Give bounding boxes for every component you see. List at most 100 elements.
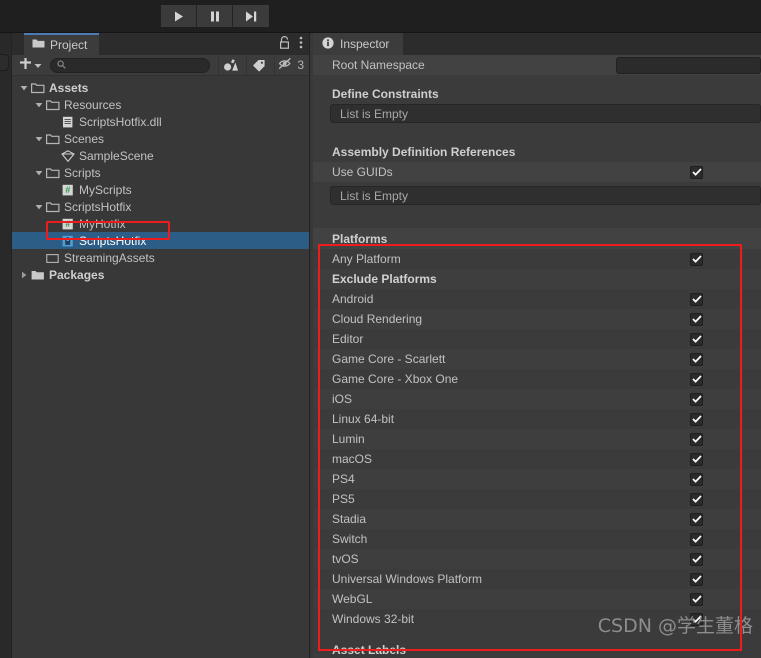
platform-checkbox[interactable] [690, 592, 703, 606]
platform-checkbox[interactable] [690, 532, 703, 546]
platform-checkbox[interactable] [690, 332, 703, 346]
root-namespace-label: Root Namespace [332, 58, 425, 72]
platform-label: Linux 64-bit [332, 412, 395, 426]
tree-row[interactable]: StreamingAssets [12, 249, 309, 266]
platform-checkbox[interactable] [690, 352, 703, 366]
tree-row-label: ScriptsHotfix.dll [79, 114, 162, 129]
platform-label: PS4 [332, 472, 355, 486]
folder-open-icon [45, 167, 61, 179]
tree-row-label: Scenes [64, 131, 105, 146]
hidden-packages-toggle[interactable]: 3 [274, 55, 304, 75]
any-platform-row: Any Platform [313, 249, 761, 269]
platform-checkbox[interactable] [690, 572, 703, 586]
platform-label: Android [332, 292, 374, 306]
platforms-section: Platforms Any Platform Exclude Platforms… [313, 228, 761, 629]
hidden-packages-count: 3 [297, 58, 304, 72]
watermark: CSDN @学生董格 [597, 615, 753, 637]
scene-icon [60, 149, 76, 162]
platform-row: Universal Windows Platform [313, 569, 761, 589]
platform-label: Editor [332, 332, 364, 346]
platform-checkbox[interactable] [690, 392, 703, 406]
use-guids-checkbox[interactable] [690, 165, 703, 179]
platform-checkbox[interactable] [690, 372, 703, 386]
twisty-down-icon[interactable] [32, 101, 45, 109]
info-icon [322, 36, 334, 52]
collapsed-panel-tab[interactable] [0, 54, 9, 71]
project-toolbar: 3 [12, 55, 309, 76]
platform-checkbox[interactable] [690, 412, 703, 426]
tree-row[interactable]: Packages [12, 266, 309, 283]
twisty-down-icon[interactable] [17, 84, 30, 92]
platform-checkbox[interactable] [690, 552, 703, 566]
platform-checkbox[interactable] [690, 312, 703, 326]
platform-label: PS5 [332, 492, 355, 506]
platform-checkbox[interactable] [690, 472, 703, 486]
search-input[interactable] [50, 57, 211, 73]
platform-checkbox[interactable] [690, 452, 703, 466]
plus-icon [19, 57, 32, 73]
tree-row-label: Scripts [64, 165, 101, 180]
tree-row-label: Packages [49, 267, 105, 282]
platform-label: Cloud Rendering [332, 312, 423, 326]
twisty-down-icon[interactable] [32, 135, 45, 143]
platform-checkbox[interactable] [690, 292, 703, 306]
play-button[interactable] [161, 5, 197, 27]
platform-label: Windows 32-bit [332, 612, 415, 626]
kebab-menu-icon[interactable] [299, 36, 303, 52]
platform-label: Stadia [332, 512, 367, 526]
platform-row: Lumin [313, 429, 761, 449]
spacer [313, 75, 761, 84]
filter-by-type-icon[interactable] [218, 55, 242, 75]
inspector-panel: Inspector Root Namespace Define Constrai… [313, 33, 761, 658]
filter-by-label-icon[interactable] [246, 55, 270, 75]
tree-row-label: ScriptsHotfix [64, 199, 132, 214]
any-platform-checkbox[interactable] [690, 252, 703, 266]
lock-icon[interactable] [279, 36, 290, 52]
platform-list: Android Cloud Rendering Editor Game Core - … [313, 289, 761, 629]
platform-label: Lumin [332, 432, 365, 446]
asmdef-icon [60, 235, 76, 247]
platform-label: Game Core - Scarlett [332, 352, 446, 366]
tree-row-label: ScriptsHotfix [79, 233, 147, 248]
project-panel: Project 3 Assets Resources ScriptsHotfix… [11, 33, 310, 658]
define-constraints-list[interactable]: List is Empty [330, 104, 761, 123]
tree-row-label: MyScripts [79, 182, 132, 197]
platforms-title: Platforms [313, 228, 761, 249]
assembly-references-list[interactable]: List is Empty [330, 186, 761, 205]
tab-project[interactable]: Project [24, 33, 100, 55]
tree-row[interactable]: Resources [12, 96, 309, 113]
asset-labels-title: Asset Labels [313, 642, 761, 658]
root-namespace-field[interactable] [616, 57, 761, 74]
tree-row[interactable]: # MyScripts [12, 181, 309, 198]
platform-label: Universal Windows Platform [332, 572, 483, 586]
tree-row[interactable]: SampleScene [12, 147, 309, 164]
twisty-down-icon[interactable] [32, 169, 45, 177]
platform-checkbox[interactable] [690, 512, 703, 526]
pause-button[interactable] [197, 5, 233, 27]
tree-row[interactable]: ScriptsHotfix [12, 232, 309, 249]
tree-row[interactable]: # MyHotfix [12, 215, 309, 232]
add-asset-button[interactable] [17, 57, 44, 73]
twisty-down-icon[interactable] [32, 203, 45, 211]
tab-inspector-label: Inspector [340, 37, 390, 51]
platform-row: Android [313, 289, 761, 309]
tree-row[interactable]: Scenes [12, 130, 309, 147]
folder-empty-icon [45, 252, 61, 264]
tab-inspector[interactable]: Inspector [313, 33, 404, 55]
platform-checkbox[interactable] [690, 432, 703, 446]
platform-row: Cloud Rendering [313, 309, 761, 329]
svg-text:#: # [65, 185, 70, 195]
tree-row[interactable]: ScriptsHotfix.dll [12, 113, 309, 130]
tree-row[interactable]: Assets [12, 79, 309, 96]
platform-row: PS5 [313, 489, 761, 509]
tree-row-label: MyHotfix [79, 216, 126, 231]
platform-row: Linux 64-bit [313, 409, 761, 429]
twisty-right-icon[interactable] [17, 271, 30, 279]
tree-row[interactable]: Scripts [12, 164, 309, 181]
platform-checkbox[interactable] [690, 492, 703, 506]
step-button[interactable] [233, 5, 269, 27]
tree-row-label: StreamingAssets [64, 250, 155, 265]
tree-row[interactable]: ScriptsHotfix [12, 198, 309, 215]
folder-icon [32, 38, 45, 52]
platform-row: macOS [313, 449, 761, 469]
